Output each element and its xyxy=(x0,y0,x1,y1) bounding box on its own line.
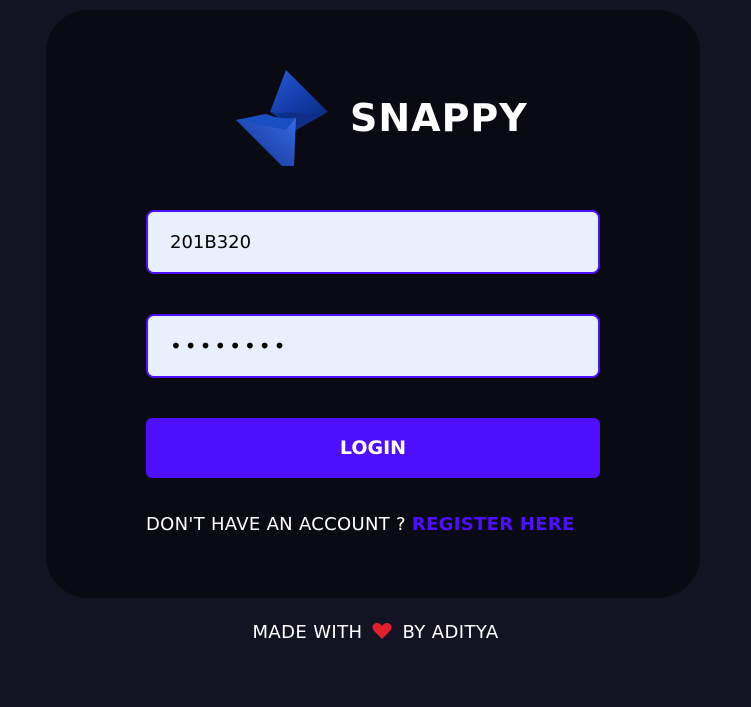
login-page: SNAPPY LOGIN DON'T HAVE AN ACCOUNT ? REG… xyxy=(0,0,751,707)
brand-name: SNAPPY xyxy=(350,96,528,140)
account-prompt-text: DON'T HAVE AN ACCOUNT ? xyxy=(146,514,406,535)
heart-icon xyxy=(372,622,392,639)
username-input[interactable] xyxy=(146,210,600,274)
footer: MADE WITH BY ADITYA xyxy=(0,622,751,643)
login-button[interactable]: LOGIN xyxy=(146,418,600,478)
register-prompt: DON'T HAVE AN ACCOUNT ? REGISTER HERE xyxy=(146,514,600,535)
footer-made-with: MADE WITH xyxy=(252,622,363,643)
password-input[interactable] xyxy=(146,314,600,378)
register-link[interactable]: REGISTER HERE xyxy=(412,514,575,535)
footer-author: BY ADITYA xyxy=(402,622,499,643)
snappy-logo-icon xyxy=(236,70,328,166)
brand: SNAPPY xyxy=(236,70,528,166)
